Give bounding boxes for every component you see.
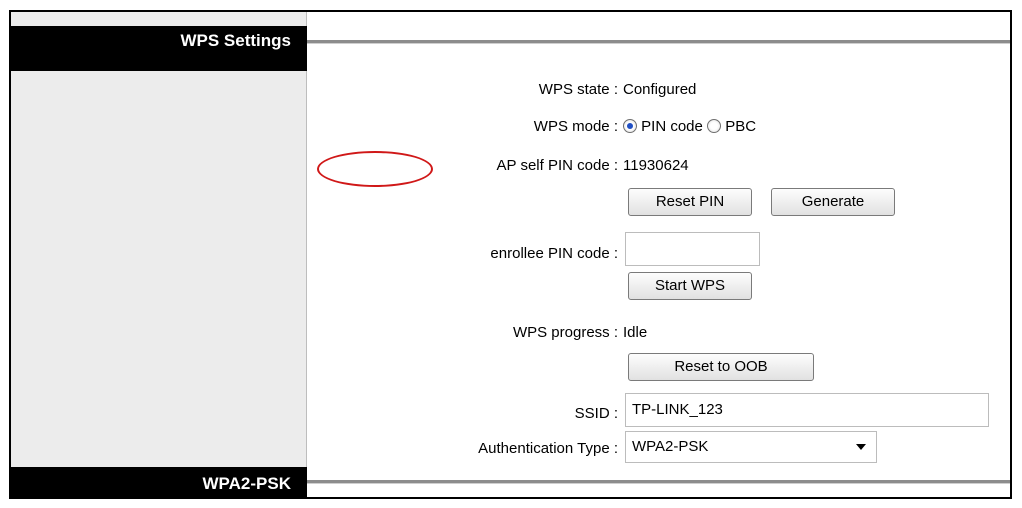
- row-wps-progress: WPS progress : Idle: [307, 320, 1010, 346]
- wps-state-label: WPS state :: [538, 81, 618, 98]
- ssid-label: SSID :: [574, 405, 618, 422]
- auth-type-selected-value: WPA2-PSK: [632, 438, 709, 455]
- reset-pin-button[interactable]: Reset PIN: [628, 188, 752, 216]
- ssid-input[interactable]: TP-LINK_123: [625, 393, 989, 427]
- radio-pbc-label[interactable]: PBC: [725, 118, 756, 135]
- ap-pin-label: AP self PIN code :: [496, 157, 618, 174]
- wps-mode-options: PIN code PBC: [623, 114, 756, 140]
- reset-to-oob-button[interactable]: Reset to OOB: [628, 353, 814, 381]
- section-title-wpa2-psk: WPA2-PSK: [202, 474, 291, 493]
- auth-type-label: Authentication Type :: [478, 440, 618, 457]
- enrollee-pin-label: enrollee PIN code :: [490, 245, 618, 262]
- wps-mode-label: WPS mode :: [533, 118, 618, 135]
- section-header-wps-settings: WPS Settings: [11, 26, 307, 71]
- start-wps-button[interactable]: Start WPS: [628, 272, 752, 300]
- settings-frame: WPS Settings WPS state : Configured WPS …: [9, 10, 1012, 499]
- enrollee-pin-input[interactable]: [625, 232, 760, 266]
- generate-button[interactable]: Generate: [771, 188, 895, 216]
- section-divider-top: [307, 40, 1010, 44]
- auth-type-select[interactable]: WPA2-PSK: [625, 431, 877, 463]
- radio-pbc[interactable]: [707, 119, 722, 133]
- row-ap-pin: AP self PIN code : 11930624: [307, 153, 1010, 179]
- wps-progress-label: WPS progress :: [512, 324, 618, 341]
- section-header-wpa2-psk: WPA2-PSK: [11, 467, 307, 497]
- row-wps-state: WPS state : Configured: [307, 77, 1010, 103]
- ap-pin-value: 11930624: [623, 157, 689, 174]
- section-divider-bottom: [307, 480, 1010, 484]
- radio-pin-code-label[interactable]: PIN code: [641, 118, 703, 135]
- wps-progress-value: Idle: [623, 324, 648, 341]
- chevron-down-icon: [856, 444, 866, 450]
- row-wps-mode: WPS mode : PIN code PBC: [307, 114, 1010, 140]
- radio-pin-code[interactable]: [623, 119, 637, 133]
- wps-state-value: Configured: [623, 81, 697, 98]
- section-title-wps-settings: WPS Settings: [180, 31, 291, 50]
